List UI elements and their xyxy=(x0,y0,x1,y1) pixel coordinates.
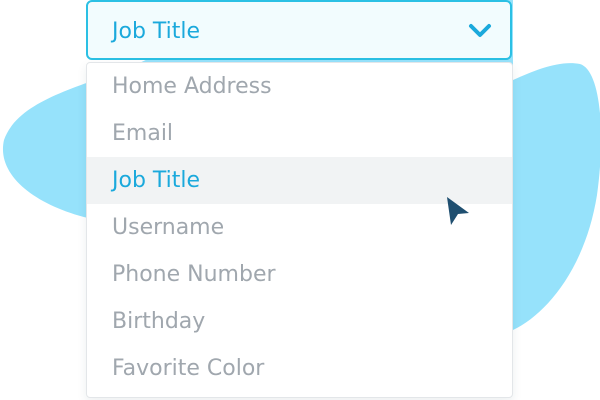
chevron-down-icon[interactable] xyxy=(468,22,492,40)
job-title-select[interactable]: Job Title xyxy=(86,0,512,60)
option-phone-number[interactable]: Phone Number xyxy=(87,251,512,298)
mouse-pointer-icon xyxy=(447,197,469,225)
option-email[interactable]: Email xyxy=(87,110,512,157)
option-birthday[interactable]: Birthday xyxy=(87,298,512,345)
option-favorite-color[interactable]: Favorite Color xyxy=(87,345,512,392)
option-home-address[interactable]: Home Address xyxy=(87,63,512,110)
dropdown-menu: Home Address Email Job Title Username Ph… xyxy=(86,62,513,398)
select-value: Job Title xyxy=(112,19,201,44)
stage: Job Title Home Address Email Job Title U… xyxy=(0,0,600,400)
